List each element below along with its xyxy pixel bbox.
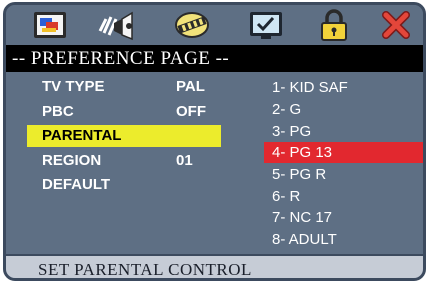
rating-option[interactable]: 7- NC 17 <box>264 207 423 228</box>
exit-icon[interactable] <box>374 8 418 42</box>
tv-type-value: PAL <box>176 78 205 95</box>
parental-label: PARENTAL <box>42 127 122 144</box>
rating-option[interactable]: 5- PG R <box>264 164 423 185</box>
status-text: SET PARENTAL CONTROL <box>38 260 252 279</box>
preference-icon[interactable] <box>244 8 288 42</box>
password-lock-icon[interactable] <box>312 8 356 42</box>
page-title: -- PREFERENCE PAGE -- <box>6 45 423 72</box>
region-value: 01 <box>176 152 193 169</box>
rating-option[interactable]: 6- R <box>264 186 423 207</box>
menu-item-region[interactable]: REGION <box>42 150 101 172</box>
menu-item-pbc[interactable]: PBC <box>42 101 74 123</box>
rating-option[interactable]: 3- PG <box>264 121 423 142</box>
rating-option[interactable]: 8- ADULT <box>264 229 423 250</box>
rating-option[interactable]: 2- G <box>264 99 423 120</box>
status-bar: SET PARENTAL CONTROL <box>6 254 423 279</box>
menu-item-default[interactable]: DEFAULT <box>42 174 110 196</box>
pbc-value: OFF <box>176 103 206 120</box>
audio-setup-icon[interactable] <box>96 8 140 42</box>
menu-item-tv-type[interactable]: TV TYPE <box>42 76 105 98</box>
dvd-setup-menu: -- PREFERENCE PAGE -- TV TYPE PAL PBC OF… <box>3 2 426 281</box>
video-setup-icon[interactable] <box>170 8 214 42</box>
settings-panel: TV TYPE PAL PBC OFF PARENTAL REGION 01 D… <box>6 72 423 253</box>
icon-toolbar <box>6 5 423 45</box>
general-setup-icon[interactable] <box>28 8 72 42</box>
menu-item-parental[interactable]: PARENTAL <box>27 125 221 147</box>
rating-option[interactable]: 1- KID SAF <box>264 77 423 98</box>
rating-option-selected[interactable]: 4- PG 13 <box>264 142 423 163</box>
